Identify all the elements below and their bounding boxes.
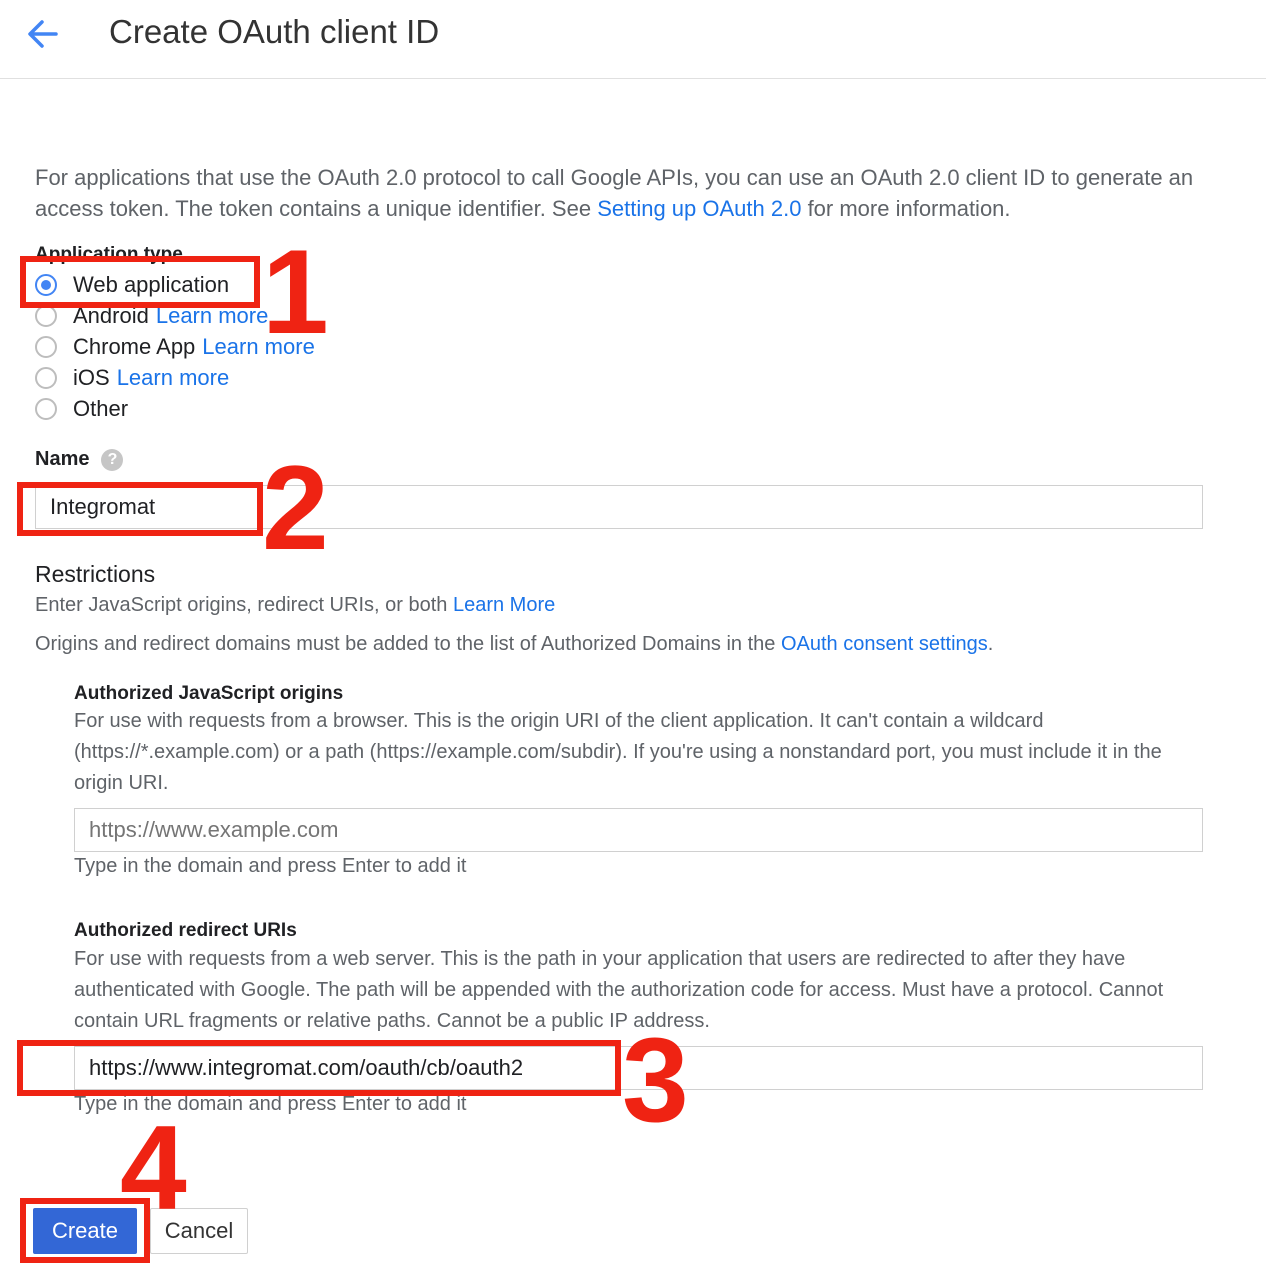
page-title: Create OAuth client ID xyxy=(109,13,440,50)
annotation-box-2 xyxy=(17,482,263,536)
restrictions-title: Restrictions xyxy=(35,561,156,587)
name-label: Name? xyxy=(35,448,124,471)
radio-button[interactable] xyxy=(35,397,57,420)
radio-ios[interactable]: iOS Learn more xyxy=(35,362,229,393)
restrictions-line-2-after: . xyxy=(987,633,994,655)
learn-more-link[interactable]: Learn More xyxy=(453,594,555,616)
annotation-number-2: 2 xyxy=(262,441,329,575)
arrow-left-icon[interactable] xyxy=(24,16,64,52)
name-label-text: Name xyxy=(35,448,90,470)
restrictions-line-1-text: Enter JavaScript origins, redirect URIs,… xyxy=(35,594,453,616)
js-origins-input[interactable] xyxy=(74,808,1203,852)
radio-button[interactable] xyxy=(35,366,57,389)
intro-text: For applications that use the OAuth 2.0 … xyxy=(35,162,1235,224)
js-origins-title: Authorized JavaScript origins xyxy=(74,683,344,704)
page-header: Create OAuth client ID xyxy=(0,0,1266,79)
restrictions-line-2: Origins and redirect domains must be add… xyxy=(35,633,993,656)
annotation-box-4 xyxy=(20,1198,150,1263)
setting-up-oauth-link[interactable]: Setting up OAuth 2.0 xyxy=(597,196,801,221)
oauth-consent-settings-link[interactable]: OAuth consent settings xyxy=(781,633,988,655)
annotation-box-1 xyxy=(20,256,260,308)
js-origins-description: For use with requests from a browser. Th… xyxy=(74,710,1162,794)
radio-button[interactable] xyxy=(35,335,57,358)
ios-learn-more-link[interactable]: Learn more xyxy=(117,365,230,391)
radio-label: Chrome App xyxy=(73,333,196,359)
restrictions-line-2-text: Origins and redirect domains must be add… xyxy=(35,633,781,655)
radio-other[interactable]: Other xyxy=(35,393,135,424)
radio-label: iOS xyxy=(73,364,110,390)
help-icon[interactable]: ? xyxy=(101,448,124,471)
redirect-uris-title: Authorized redirect URIs xyxy=(74,920,297,941)
js-origins-hint: Type in the domain and press Enter to ad… xyxy=(74,855,467,877)
radio-label: Other xyxy=(73,395,129,421)
annotation-box-3 xyxy=(17,1040,621,1096)
restrictions-line-1: Enter JavaScript origins, redirect URIs,… xyxy=(35,594,555,617)
intro-text-after: for more information. xyxy=(801,196,1011,221)
annotation-number-3: 3 xyxy=(622,1013,689,1147)
annotation-number-1: 1 xyxy=(262,225,329,359)
